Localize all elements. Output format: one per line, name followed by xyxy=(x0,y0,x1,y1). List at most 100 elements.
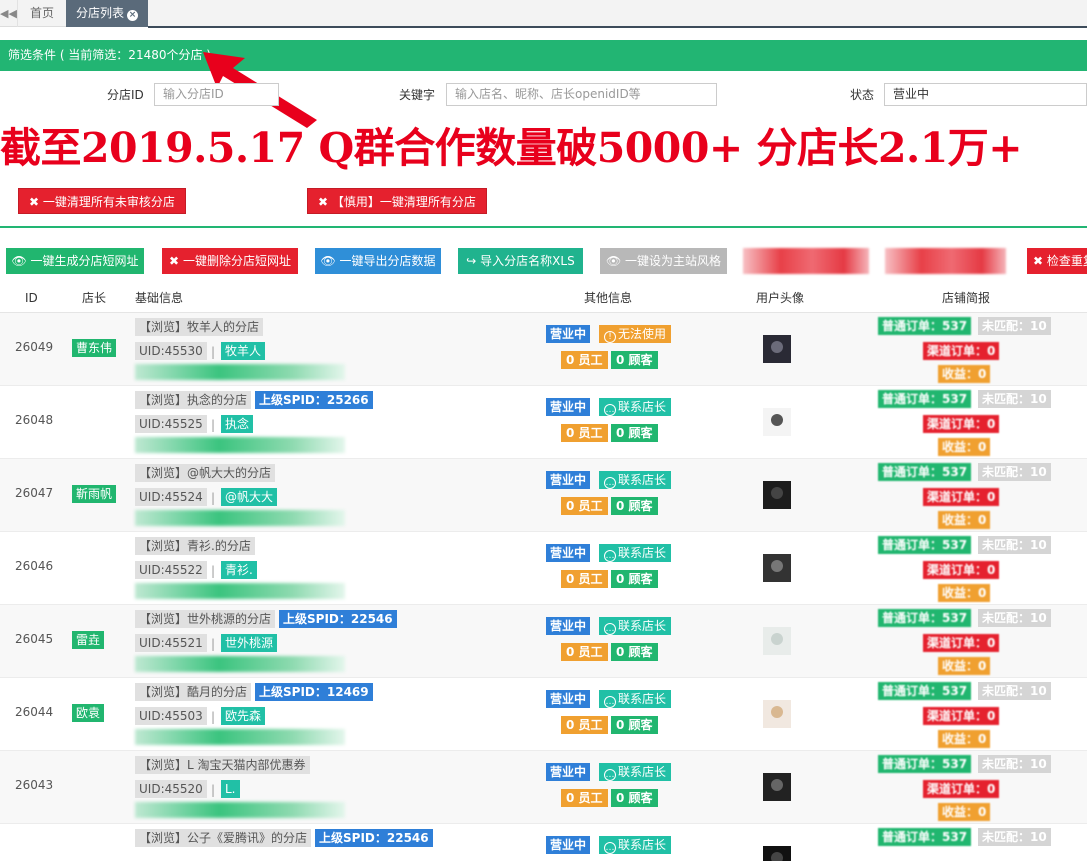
keyword-label: 关键字 xyxy=(399,88,436,102)
separator: | xyxy=(211,345,216,359)
row-id: 26045 xyxy=(15,632,54,646)
income-badge: 收益：0 xyxy=(938,730,991,748)
customer-badge: 0 顾客 xyxy=(611,351,658,369)
row-id: 26044 xyxy=(15,705,54,719)
customer-badge: 0 顾客 xyxy=(611,570,658,588)
browse-link[interactable]: 【浏览】牧羊人的分店 xyxy=(135,318,264,336)
browse-link[interactable]: 【浏览】执念的分店 xyxy=(135,391,252,409)
col-brief: 店铺简报 xyxy=(942,291,991,305)
owner-badge[interactable]: 靳雨帆 xyxy=(72,485,117,503)
chat-icon: … xyxy=(604,404,616,416)
normal-order-badge: 普通订单：537 xyxy=(878,463,972,481)
set-theme-button[interactable]: 👁 一键设为主站风格 xyxy=(600,248,727,274)
status-badge: 营业中 xyxy=(546,617,591,635)
browse-link[interactable]: 【浏览】酷月的分店 xyxy=(135,683,252,701)
avatar xyxy=(763,554,791,582)
chat-icon: … xyxy=(604,842,616,854)
chat-icon: … xyxy=(604,769,616,781)
normal-order-badge: 普通订单：537 xyxy=(878,609,972,627)
unmatched-badge: 未匹配：10 xyxy=(978,463,1051,481)
tab-shop-list[interactable]: 分店列表 × xyxy=(66,0,148,27)
unmatched-badge: 未匹配：10 xyxy=(978,317,1051,335)
uid-badge: UID:45503 xyxy=(135,707,207,725)
income-badge: 收益：0 xyxy=(938,365,991,383)
shop-id-input[interactable]: 输入分店ID xyxy=(154,83,279,106)
tab-home[interactable]: 首页 xyxy=(18,0,66,27)
status-badge: 营业中 xyxy=(546,836,591,854)
status-badge: 营业中 xyxy=(546,690,591,708)
browse-link[interactable]: 【浏览】L 淘宝天猫内部优惠券 xyxy=(135,756,310,774)
customer-badge: 0 顾客 xyxy=(611,497,658,515)
browse-link[interactable]: 【浏览】青衫.的分店 xyxy=(135,537,255,555)
nickname-badge: @帆大大 xyxy=(221,488,278,506)
unusable-badge: ! 无法使用 xyxy=(599,325,672,343)
chat-icon: … xyxy=(604,477,616,489)
blurred-info xyxy=(135,437,345,453)
browse-link[interactable]: 【浏览】@帆大大的分店 xyxy=(135,464,276,482)
normal-order-badge: 普通订单：537 xyxy=(878,390,972,408)
contact-owner-button[interactable]: … 联系店长 xyxy=(599,544,672,562)
unmatched-badge: 未匹配：10 xyxy=(978,536,1051,554)
avatar xyxy=(763,846,791,861)
clear-unreviewed-button[interactable]: ✖ 一键清理所有未审核分店 xyxy=(18,188,186,214)
blurred-info xyxy=(135,583,345,599)
col-avatar: 用户头像 xyxy=(756,291,805,305)
row-id: 26047 xyxy=(15,486,54,500)
gen-short-url-label: 一键生成分店短网址 xyxy=(30,254,139,268)
import-button[interactable]: ↪ 导入分店名称XLS xyxy=(458,248,583,274)
shop-id-label: 分店ID xyxy=(107,88,144,102)
contact-owner-button[interactable]: … 联系店长 xyxy=(599,471,672,489)
blurred-button-1[interactable] xyxy=(743,248,869,274)
row-id: 26049 xyxy=(15,340,54,354)
exclamation-icon: ! xyxy=(604,331,616,343)
separator: | xyxy=(211,783,216,797)
contact-owner-label: 联系店长 xyxy=(618,473,667,487)
table-row: 【浏览】公子《爱腾讯》的分店 上级SPID：22546 营业中 … 联系店长 普通订单：5… xyxy=(0,824,1087,861)
channel-order-badge: 渠道订单：0 xyxy=(923,634,1000,652)
browse-link[interactable]: 【浏览】公子《爱腾讯》的分店 xyxy=(135,829,312,847)
gen-short-url-button[interactable]: 👁 一键生成分店短网址 xyxy=(6,248,144,274)
staff-badge: 0 员工 xyxy=(561,424,608,442)
avatar xyxy=(763,335,791,363)
owner-badge[interactable]: 雷垚 xyxy=(72,631,105,649)
nickname-badge: 青衫. xyxy=(221,561,257,579)
double-left-arrow-icon[interactable]: ◀◀ xyxy=(0,0,18,27)
clear-all-label: 【慎用】一键清理所有分店 xyxy=(331,195,476,209)
spid-badge: 上级SPID：22546 xyxy=(315,829,433,847)
nickname-badge: 欧先森 xyxy=(221,707,266,725)
browse-link[interactable]: 【浏览】世外桃源的分店 xyxy=(135,610,276,628)
del-short-url-button[interactable]: ✖ 一键删除分店短网址 xyxy=(162,248,298,274)
avatar xyxy=(763,408,791,436)
check-dup-button[interactable]: ✖ 检查重复 xyxy=(1027,248,1087,274)
tab-underline xyxy=(148,26,1087,28)
customer-badge: 0 顾客 xyxy=(611,716,658,734)
nickname-badge: L. xyxy=(221,780,240,798)
contact-owner-button[interactable]: … 联系店长 xyxy=(599,617,672,635)
separator: | xyxy=(211,710,216,724)
owner-badge[interactable]: 欧袁 xyxy=(72,704,105,722)
blurred-button-2[interactable] xyxy=(885,248,1006,274)
contact-owner-label: 联系店长 xyxy=(618,765,667,779)
owner-badge[interactable]: 曹东伟 xyxy=(72,339,117,357)
contact-owner-button[interactable]: … 联系店长 xyxy=(599,836,672,854)
close-icon: ✖ xyxy=(1033,254,1044,268)
avatar xyxy=(763,773,791,801)
status-badge: 营业中 xyxy=(546,544,591,562)
filter-header: 筛选条件 ( 当前筛选：21480个分店 ) xyxy=(0,40,1087,71)
clear-all-button[interactable]: ✖ 【慎用】一键清理所有分店 xyxy=(307,188,487,214)
contact-owner-button[interactable]: … 联系店长 xyxy=(599,690,672,708)
customer-badge: 0 顾客 xyxy=(611,424,658,442)
status-select[interactable]: 营业中 xyxy=(884,83,1087,106)
keyword-input[interactable]: 输入店名、昵称、店长openidID等 xyxy=(446,83,717,106)
separator: | xyxy=(211,564,216,578)
income-badge: 收益：0 xyxy=(938,438,991,456)
contact-owner-button[interactable]: … 联系店长 xyxy=(599,763,672,781)
export-button[interactable]: 👁 一键导出分店数据 xyxy=(315,248,441,274)
normal-order-badge: 普通订单：537 xyxy=(878,828,972,846)
contact-owner-button[interactable]: … 联系店长 xyxy=(599,398,672,416)
normal-order-badge: 普通订单：537 xyxy=(878,755,972,773)
blurred-info xyxy=(135,802,345,818)
normal-order-badge: 普通订单：537 xyxy=(878,682,972,700)
close-icon[interactable]: × xyxy=(127,10,138,21)
table-row: 26048 【浏览】执念的分店 上级SPID：25266 UID:45525 | 执念 营业… xyxy=(0,386,1087,459)
